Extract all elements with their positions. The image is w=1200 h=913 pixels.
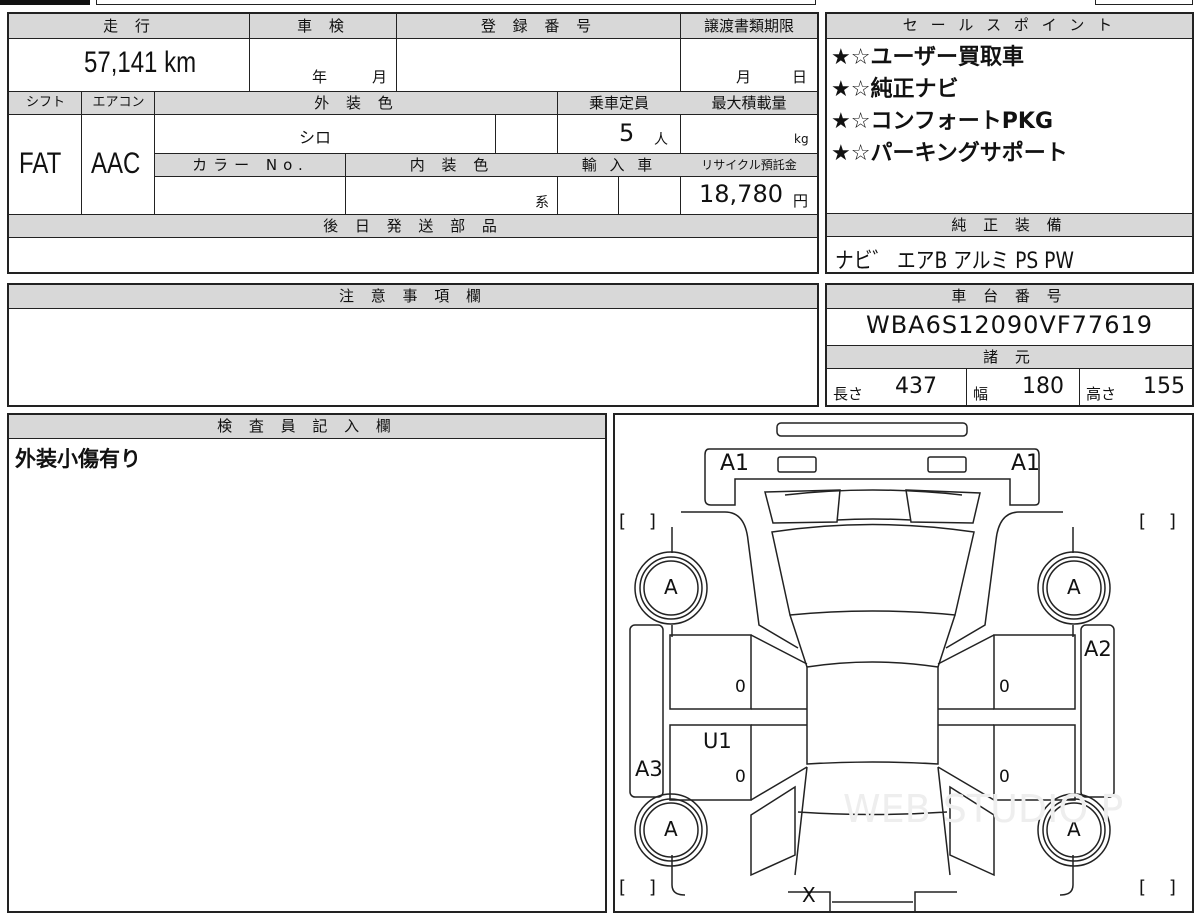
damage-code: 0: [999, 677, 1010, 697]
interior-label: 内 装 色: [409, 156, 495, 174]
damage-diagram: A1 A1 A A A A A2 A3 U1 0 0 0 0 X [ ] [ ]…: [613, 413, 1194, 913]
damage-code: A3: [635, 757, 663, 781]
recycle-unit: 円: [793, 192, 809, 210]
exterior-value: シロ: [299, 128, 332, 147]
length-value: 437: [895, 374, 937, 399]
bumper: [704, 448, 1040, 506]
damage-code: A2: [1084, 637, 1112, 661]
shift-value: FAT: [19, 147, 62, 180]
ac-value: AAC: [91, 147, 141, 180]
length-label: 長さ: [833, 385, 864, 403]
height-label: 高さ: [1086, 385, 1117, 403]
chassis-section: 車 台 番 号 WBA6S12090VF77619 諸 元 長さ 437 幅 1…: [825, 283, 1194, 407]
sales-points-label: セ ー ル ス ポ イ ン ト: [827, 14, 1192, 39]
exterior-label: 外 装 色: [314, 94, 399, 112]
damage-code: A: [1067, 575, 1081, 599]
height-value: 155: [1143, 374, 1185, 399]
damage-code: 0: [999, 767, 1010, 787]
bracket-field: [ ]: [1139, 877, 1176, 898]
damage-code: 0: [735, 677, 746, 697]
windshield: [771, 523, 975, 616]
ac-label: エアコン: [92, 95, 145, 110]
recycle-value: 18,780: [699, 180, 783, 208]
inspection-month: 月: [372, 68, 388, 86]
roof: [806, 661, 939, 765]
damage-code: X: [802, 883, 816, 907]
capacity-label: 乗車定員: [588, 94, 649, 112]
width-value: 180: [1022, 374, 1064, 399]
equipment-label: 純 正 装 備: [827, 213, 1192, 237]
notes-section: 注 意 事 項 欄: [7, 283, 819, 407]
capacity-value: 5: [619, 119, 635, 147]
capacity-unit: 人: [654, 132, 668, 148]
sales-points-section: セ ー ル ス ポ イ ン ト ★☆ユーザー買取車 ★☆純正ナビ ★☆コンフォー…: [825, 12, 1194, 274]
chassis-number: WBA6S12090VF77619: [865, 311, 1154, 339]
damage-code: A1: [1011, 451, 1041, 476]
body-left: [671, 511, 799, 649]
load-label: 最大積載量: [711, 94, 787, 112]
recycle-label: リサイクル預託金: [701, 158, 797, 172]
body-right: [945, 511, 1074, 649]
damage-code: U1: [703, 729, 732, 753]
inspector-label: 検 査 員 記 入 欄: [9, 415, 605, 439]
parts-label: 後 日 発 送 部 品: [9, 214, 817, 238]
mileage-label: 走 行: [103, 17, 156, 35]
inspection-label: 車 検: [297, 17, 350, 35]
sales-point-item: ★☆ユーザー買取車: [831, 45, 1025, 70]
transfer-day: 日: [792, 68, 808, 86]
damage-code: A: [664, 575, 678, 599]
vehicle-info-table: 走 行 車 検 登 録 番 号 譲渡書類期限 57,141 km 年 月 月 日…: [7, 12, 819, 274]
inspector-section: 検 査 員 記 入 欄 外装小傷有り: [7, 413, 607, 913]
colorno-label: カラー No.: [192, 156, 309, 174]
door-fr: [993, 634, 1076, 710]
import-label: 輸 入 車: [581, 156, 657, 174]
load-unit: kg: [794, 132, 809, 146]
width-label: 幅: [973, 385, 989, 403]
transfer-label: 譲渡書類期限: [703, 17, 794, 35]
damage-code: A1: [720, 451, 750, 476]
rear-bar: [776, 422, 968, 437]
damage-code: A: [664, 817, 678, 841]
registration-label: 登 録 番 号: [480, 17, 598, 35]
transfer-month: 月: [736, 68, 752, 86]
damage-code: 0: [735, 767, 746, 787]
specs-label: 諸 元: [827, 345, 1192, 369]
mileage-value: 57,141 km: [84, 46, 197, 79]
watermark: WEB STUDIO P: [843, 787, 1124, 831]
shift-label: シフト: [25, 95, 65, 110]
sales-point-item: ★☆純正ナビ: [831, 77, 959, 102]
bracket-field: [ ]: [619, 511, 656, 532]
sales-point-item: ★☆パーキングサポート: [831, 141, 1068, 166]
equipment-value: ナビ゛ エアB アルミ PS PW: [835, 249, 1074, 274]
top-strip: [0, 0, 1200, 6]
chassis-label: 車 台 番 号: [827, 285, 1192, 309]
interior-unit: 系: [535, 195, 549, 211]
sales-point-item: ★☆コンフォートPKG: [831, 109, 1054, 134]
inspector-comment: 外装小傷有り: [15, 447, 141, 471]
inspection-year: 年: [312, 68, 328, 86]
bracket-field: [ ]: [619, 877, 656, 898]
bracket-field: [ ]: [1139, 511, 1176, 532]
door-fl: [669, 634, 752, 710]
notes-label: 注 意 事 項 欄: [9, 285, 817, 309]
